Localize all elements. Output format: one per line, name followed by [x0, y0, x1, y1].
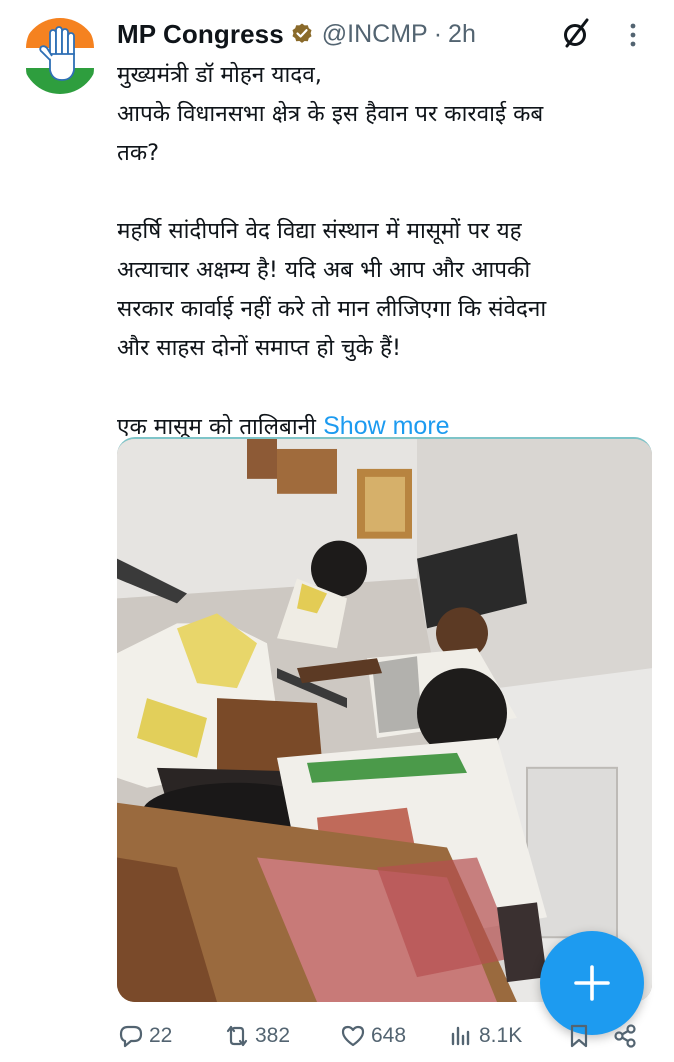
text-line: तक?	[117, 140, 160, 166]
tweet[interactable]: MP Congress @INCMP · 2h मुख्यमंत्री डॉ म…	[0, 0, 674, 1062]
timestamp[interactable]: 2h	[448, 20, 476, 49]
show-more-link[interactable]: Show more	[323, 412, 449, 440]
text-line: आपके विधानसभा क्षेत्र के इस हैवान पर कार…	[117, 101, 544, 127]
text-line: अत्याचार अक्षम्य है! यदि अब भी आप और आपक…	[117, 257, 531, 283]
repost-button[interactable]: 382	[223, 1016, 290, 1056]
tweet-actions: 22 382 648 8.1K	[117, 1016, 647, 1056]
like-button[interactable]: 648	[339, 1016, 406, 1056]
bookmark-icon	[570, 1024, 588, 1048]
share-icon	[614, 1024, 636, 1048]
views-button[interactable]: 8.1K	[447, 1016, 522, 1056]
tweet-video[interactable]	[117, 437, 652, 1002]
plus-icon	[574, 965, 610, 1001]
grok-icon[interactable]	[562, 16, 592, 50]
bookmark-button[interactable]	[565, 1016, 593, 1056]
repost-icon	[226, 1025, 248, 1047]
avatar[interactable]	[22, 18, 98, 94]
share-button[interactable]	[611, 1016, 639, 1056]
text-line: महर्षि सांदीपनि वेद विद्या संस्थान में म…	[117, 218, 522, 244]
tweet-text: मुख्यमंत्री डॉ मोहन यादव, आपके विधानसभा …	[117, 56, 647, 447]
text-line: मुख्यमंत्री डॉ मोहन यादव,	[117, 62, 322, 88]
reply-count: 22	[149, 1024, 173, 1047]
verified-badge-icon[interactable]	[290, 22, 314, 46]
display-name[interactable]: MP Congress	[117, 19, 284, 50]
reply-icon	[119, 1025, 143, 1048]
text-line: और साहस दोनों समाप्त हो चुके हैं!	[117, 335, 401, 361]
text-line: सरकार कार्वाई नहीं करे तो मान लीजिएगा कि…	[117, 296, 547, 322]
repost-count: 382	[255, 1024, 291, 1047]
separator-dot: ·	[433, 19, 443, 48]
views-count: 8.1K	[479, 1024, 523, 1047]
more-vertical-icon[interactable]	[620, 20, 646, 50]
handle[interactable]: @INCMP	[322, 20, 428, 49]
heart-icon	[341, 1025, 365, 1047]
video-frame	[117, 439, 652, 1002]
like-count: 648	[371, 1024, 407, 1047]
reply-button[interactable]: 22	[117, 1016, 172, 1056]
views-icon	[451, 1026, 470, 1046]
congress-hand-logo	[23, 18, 97, 94]
